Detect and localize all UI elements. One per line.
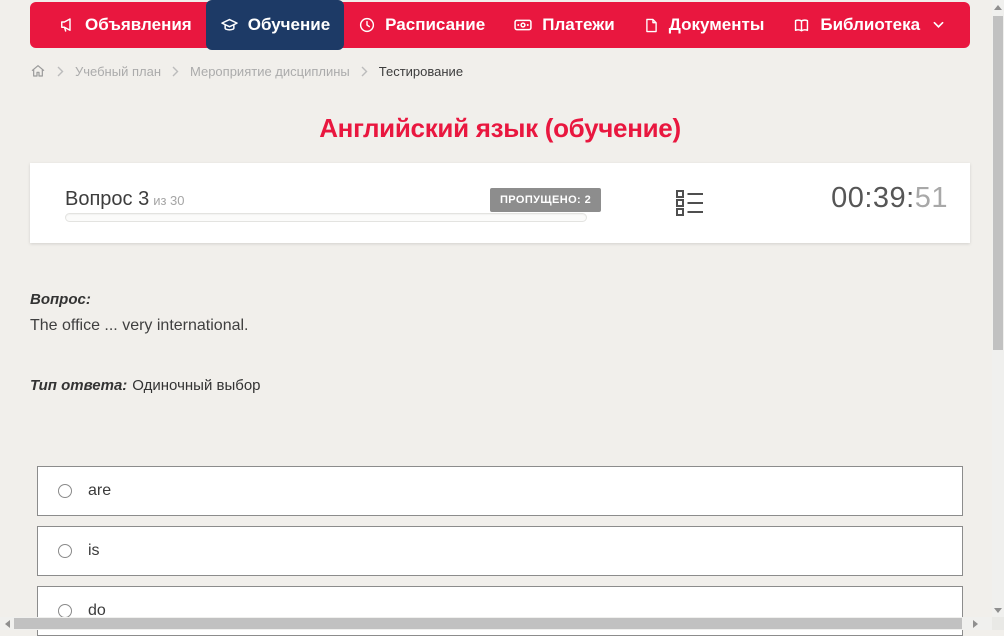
question-header-card: Вопрос 3 из 30 ПРОПУЩЕНО: 2 00:39:51 [30, 163, 970, 243]
progress-bar [65, 213, 587, 222]
nav-item-label: Документы [669, 15, 765, 35]
nav-item-schedule[interactable]: Расписание [344, 2, 499, 48]
scrollbar-left-arrow-icon[interactable] [0, 617, 14, 630]
vertical-scrollbar[interactable] [992, 0, 1004, 617]
answer-option-label: is [88, 542, 100, 560]
question-text: The office ... very international. [30, 317, 248, 335]
horizontal-scrollbar-thumb[interactable] [14, 618, 962, 629]
scrollbar-down-arrow-icon[interactable] [992, 603, 1004, 617]
nav-item-announcements[interactable]: Объявления [44, 2, 206, 48]
skipped-badge: ПРОПУЩЕНО: 2 [490, 188, 601, 212]
timer-seconds: 51 [915, 182, 948, 214]
open-book-icon [792, 16, 811, 35]
nav-item-payments[interactable]: Платежи [499, 2, 629, 48]
breadcrumb-study-plan[interactable]: Учебный план [75, 64, 161, 79]
answer-option-label: are [88, 482, 111, 500]
nav-item-education[interactable]: Обучение [206, 0, 344, 50]
breadcrumb-separator-icon [57, 66, 64, 77]
timer-hours-minutes: 00:39: [831, 182, 915, 214]
nav-item-label: Расписание [385, 15, 485, 35]
breadcrumb-separator-icon [172, 66, 179, 77]
document-icon [643, 17, 660, 34]
page-title: Английский язык (обучение) [30, 113, 970, 144]
radio-button[interactable] [58, 544, 72, 558]
scrollbar-up-arrow-icon[interactable] [992, 0, 1004, 14]
nav-item-library[interactable]: Библиотека [778, 2, 958, 48]
nav-item-label: Обучение [248, 15, 330, 35]
question-number: Вопрос 3 из 30 [65, 188, 185, 211]
answer-type: Тип ответа: Одиночный выбор [30, 377, 261, 394]
nav-item-label: Объявления [85, 15, 192, 35]
scrollbar-right-arrow-icon[interactable] [968, 617, 982, 630]
graduation-cap-icon [220, 16, 239, 35]
breadcrumb-testing: Тестирование [379, 64, 463, 79]
question-number-label: Вопрос 3 [65, 188, 149, 210]
question-heading: Вопрос: [30, 291, 91, 308]
answer-type-label: Тип ответа: [30, 377, 127, 394]
banknote-icon [513, 15, 533, 35]
scrollbar-corner [992, 617, 1004, 630]
question-total: из 30 [153, 193, 184, 208]
answer-type-value: Одиночный выбор [132, 377, 260, 394]
breadcrumb: Учебный план Мероприятие дисциплины Тест… [30, 63, 463, 79]
vertical-scrollbar-thumb[interactable] [993, 16, 1003, 350]
countdown-timer: 00:39:51 [831, 182, 948, 215]
answer-option-is[interactable]: is [37, 526, 963, 576]
horizontal-scrollbar[interactable] [0, 617, 992, 630]
breadcrumb-separator-icon [361, 66, 368, 77]
question-list-icon[interactable] [675, 188, 705, 218]
clock-icon [358, 16, 376, 34]
megaphone-icon [58, 16, 76, 34]
breadcrumb-discipline-event[interactable]: Мероприятие дисциплины [190, 64, 350, 79]
chevron-down-icon [933, 21, 944, 29]
nav-item-documents[interactable]: Документы [629, 2, 779, 48]
home-icon[interactable] [30, 63, 46, 79]
radio-button[interactable] [58, 484, 72, 498]
main-navbar: Объявления Обучение Расписание П [30, 2, 970, 48]
radio-button[interactable] [58, 604, 72, 618]
nav-item-label: Платежи [542, 15, 615, 35]
nav-item-label: Библиотека [820, 15, 920, 35]
answer-option-are[interactable]: are [37, 466, 963, 516]
